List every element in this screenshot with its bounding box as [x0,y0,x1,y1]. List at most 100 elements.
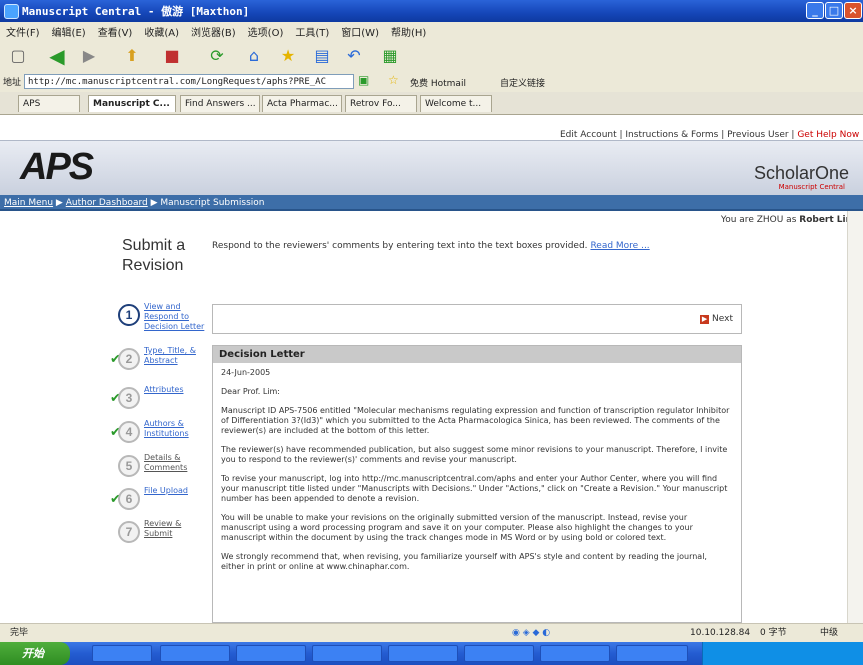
taskbar-item[interactable] [236,645,306,662]
step-label[interactable]: Authors & Institutions [144,419,206,439]
edit-account-link[interactable]: Edit Account [560,130,617,140]
page-title: Submit a Revision [122,236,185,276]
window-icon[interactable]: ▤ [310,44,334,68]
next-button-label: Next [712,314,733,324]
taskbar-item[interactable] [312,645,382,662]
top-links: Edit Account | Instructions & Forms | Pr… [560,130,860,140]
status-text: 完毕 [10,628,29,638]
site-banner: APS ScholarOne Manuscript Central [0,140,863,196]
tab-find-answers[interactable]: Find Answers ... [180,95,260,112]
window-title-bar[interactable]: Manuscript Central - 傲游 [Maxthon] _ □ × [0,0,863,22]
step-label[interactable]: Attributes [144,385,206,395]
menu-tools[interactable]: 工具(T) [289,22,335,39]
address-bar: 地址 http://mc.manuscriptcentral.com/LongR… [0,72,863,93]
home-icon[interactable]: ⌂ [242,44,266,68]
favorites-star-icon[interactable]: ★ [276,44,300,68]
next-bar: ▶ Next [212,304,742,334]
menu-favorites[interactable]: 收藏(A) [138,22,185,39]
breadcrumb-author-dashboard[interactable]: Author Dashboard [66,198,148,208]
up-icon[interactable]: ⬆ [120,44,144,68]
breadcrumb-current: Manuscript Submission [160,198,265,208]
address-label: 地址 [3,78,22,88]
user-line: You are ZHOU as Robert Lim [721,215,855,225]
step-label[interactable]: View and Respond to Decision Letter [144,302,206,332]
decision-letter-heading: Decision Letter [213,346,741,363]
start-button[interactable]: 开始 [0,642,70,665]
letter-paragraph: We strongly recommend that, when revisin… [221,552,707,571]
new-page-icon[interactable]: ▢ [6,44,30,68]
get-help-link[interactable]: Get Help Now [797,130,859,140]
letter-date: 24-Jun-2005 [221,368,271,377]
undo-icon[interactable]: ↶ [342,44,366,68]
back-icon[interactable]: ◀ [44,44,70,68]
stop-icon[interactable]: ■ [160,44,184,68]
step-number: 1 [118,304,140,326]
breadcrumb-main-menu[interactable]: Main Menu [4,198,53,208]
tab-acta-pharmac[interactable]: Acta Pharmac... [262,95,342,112]
decision-letter-body: 24-Jun-2005 Dear Prof. Lim: Manuscript I… [213,363,741,572]
quick-launch[interactable] [92,645,152,662]
menu-browser[interactable]: 浏览器(B) [185,22,242,39]
letter-paragraph: You will be unable to make your revision… [221,513,693,542]
tab-bar: APS Manuscript C... Find Answers ... Act… [0,92,863,115]
menu-edit[interactable]: 编辑(E) [46,22,92,39]
tab-retrov[interactable]: Retrov Fo... [345,95,417,112]
maximize-button[interactable]: □ [825,2,843,19]
aps-logo: APS [20,146,94,188]
taskbar-item[interactable] [540,645,610,662]
step-label[interactable]: Details & Comments [144,453,206,473]
letter-paragraph: To revise your manuscript, log into http… [221,474,728,503]
breadcrumb: Main Menu ▶ Author Dashboard ▶ Manuscrip… [0,195,863,211]
menu-window[interactable]: 窗口(W) [335,22,385,39]
user-line-prefix: You are ZHOU as [720,215,797,225]
browser-app-icon [4,4,19,19]
step-label[interactable]: Type, Title, & Abstract [144,346,206,366]
letter-paragraph: The reviewer(s) have recommended publica… [221,445,728,464]
taskbar-item[interactable] [388,645,458,662]
status-bytes: 0 字节 [760,628,787,638]
previous-user-link[interactable]: Previous User [727,130,788,140]
tab-manuscript-central[interactable]: Manuscript C... [88,95,176,112]
window-title: Manuscript Central - 傲游 [Maxthon] [22,5,250,18]
toolbar: ▢ ◀ ▶ ⬆ ■ ⟳ ⌂ ★ ▤ ↶ ▦ [0,40,863,73]
tab-aps[interactable]: APS [18,95,80,112]
status-mode: 中级 [820,628,839,638]
letter-paragraph: Manuscript ID APS-7506 entitled "Molecul… [221,406,730,435]
status-ip: 10.10.128.84 [690,628,751,638]
star-link-icon[interactable]: ☆ [388,73,399,87]
step-1[interactable]: 1 View and Respond to Decision Letter [110,300,208,340]
close-button[interactable]: × [844,2,862,19]
menu-options[interactable]: 选项(O) [242,22,290,39]
instructions-link[interactable]: Instructions & Forms [625,130,718,140]
tab-welcome[interactable]: Welcome t... [420,95,492,112]
step-label[interactable]: Review & Submit [144,519,206,539]
step-number: 6 [118,488,140,510]
vertical-scrollbar[interactable] [847,211,863,623]
url-input[interactable]: http://mc.manuscriptcentral.com/LongRequ… [24,74,354,89]
step-2[interactable]: ✔ 2 Type, Title, & Abstract [110,344,208,384]
next-button[interactable]: ▶ Next [700,314,733,324]
taskbar-item[interactable] [160,645,230,662]
letter-salutation: Dear Prof. Lim: [221,387,280,396]
menu-file[interactable]: 文件(F) [0,22,46,39]
step-label[interactable]: File Upload [144,486,206,496]
step-number: 5 [118,455,140,477]
read-more-link[interactable]: Read More ... [590,241,649,251]
minimize-button[interactable]: _ [806,2,824,19]
refresh-icon[interactable]: ⟳ [205,44,229,68]
instructions-text: Respond to the reviewers' comments by en… [212,241,650,251]
forward-icon[interactable]: ▶ [78,44,100,68]
link-custom[interactable]: 自定义链接 [500,76,545,89]
system-tray[interactable] [702,642,863,665]
link-hotmail[interactable]: 免费 Hotmail [410,76,466,89]
scholarone-logo: ScholarOne [753,163,849,183]
page-title-line1: Submit a [122,237,186,254]
go-icon[interactable]: ▣ [358,73,369,87]
taskbar-item[interactable] [616,645,688,662]
grid-icon[interactable]: ▦ [378,44,402,68]
menu-view[interactable]: 查看(V) [92,22,139,39]
menu-help[interactable]: 帮助(H) [385,22,432,39]
instructions-body: Respond to the reviewers' comments by en… [212,241,588,251]
step-7[interactable]: 7 Review & Submit [110,517,208,557]
taskbar-item[interactable] [464,645,534,662]
